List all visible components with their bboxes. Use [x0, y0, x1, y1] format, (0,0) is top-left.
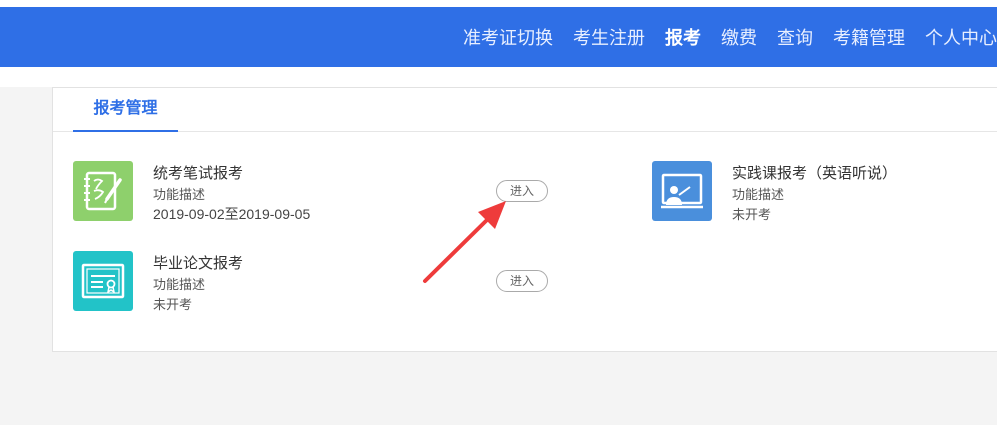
header-band — [0, 67, 997, 87]
tab-apply-management[interactable]: 报考管理 — [73, 88, 178, 132]
notebook-pen-icon[interactable] — [73, 161, 133, 221]
presenter-board-icon[interactable] — [652, 161, 712, 221]
apply-management-panel: 报考管理 统考笔试报考 功能描述 2019-09-02至2019-09-05 进… — [52, 87, 997, 352]
card-description: 功能描述 — [153, 187, 206, 202]
nav-item-status-management[interactable]: 考籍管理 — [833, 24, 905, 50]
card-status: 未开考 — [153, 297, 193, 312]
certificate-icon[interactable] — [73, 251, 133, 311]
tab-bar: 报考管理 — [53, 88, 997, 132]
card-practice-course-english: 实践课报考（英语听说） 功能描述 未开考 — [652, 161, 972, 223]
nav-item-apply[interactable]: 报考 — [665, 24, 701, 50]
red-arrow-annotation — [423, 201, 506, 283]
card-status: 未开考 — [732, 207, 772, 222]
nav-item-register[interactable]: 考生注册 — [573, 24, 645, 50]
nav-item-query[interactable]: 查询 — [777, 24, 813, 50]
card-title: 实践课报考（英语听说） — [732, 165, 898, 182]
card-title: 毕业论文报考 — [153, 255, 244, 272]
card-description: 功能描述 — [153, 277, 206, 292]
nav-item-switch-ticket[interactable]: 准考证切换 — [463, 24, 553, 50]
nav-menu: 准考证切换 考生注册 报考 缴费 查询 考籍管理 个人中心 — [443, 7, 997, 67]
top-strip — [0, 0, 997, 7]
nav-item-personal-center[interactable]: 个人中心 — [925, 24, 997, 50]
top-navbar: 准考证切换 考生注册 报考 缴费 查询 考籍管理 个人中心 — [0, 7, 997, 67]
card-title: 统考笔试报考 — [153, 165, 244, 182]
card-description: 功能描述 — [732, 187, 785, 202]
card-date-range: 2019-09-02至2019-09-05 — [153, 206, 311, 222]
nav-item-payment[interactable]: 缴费 — [721, 24, 757, 50]
